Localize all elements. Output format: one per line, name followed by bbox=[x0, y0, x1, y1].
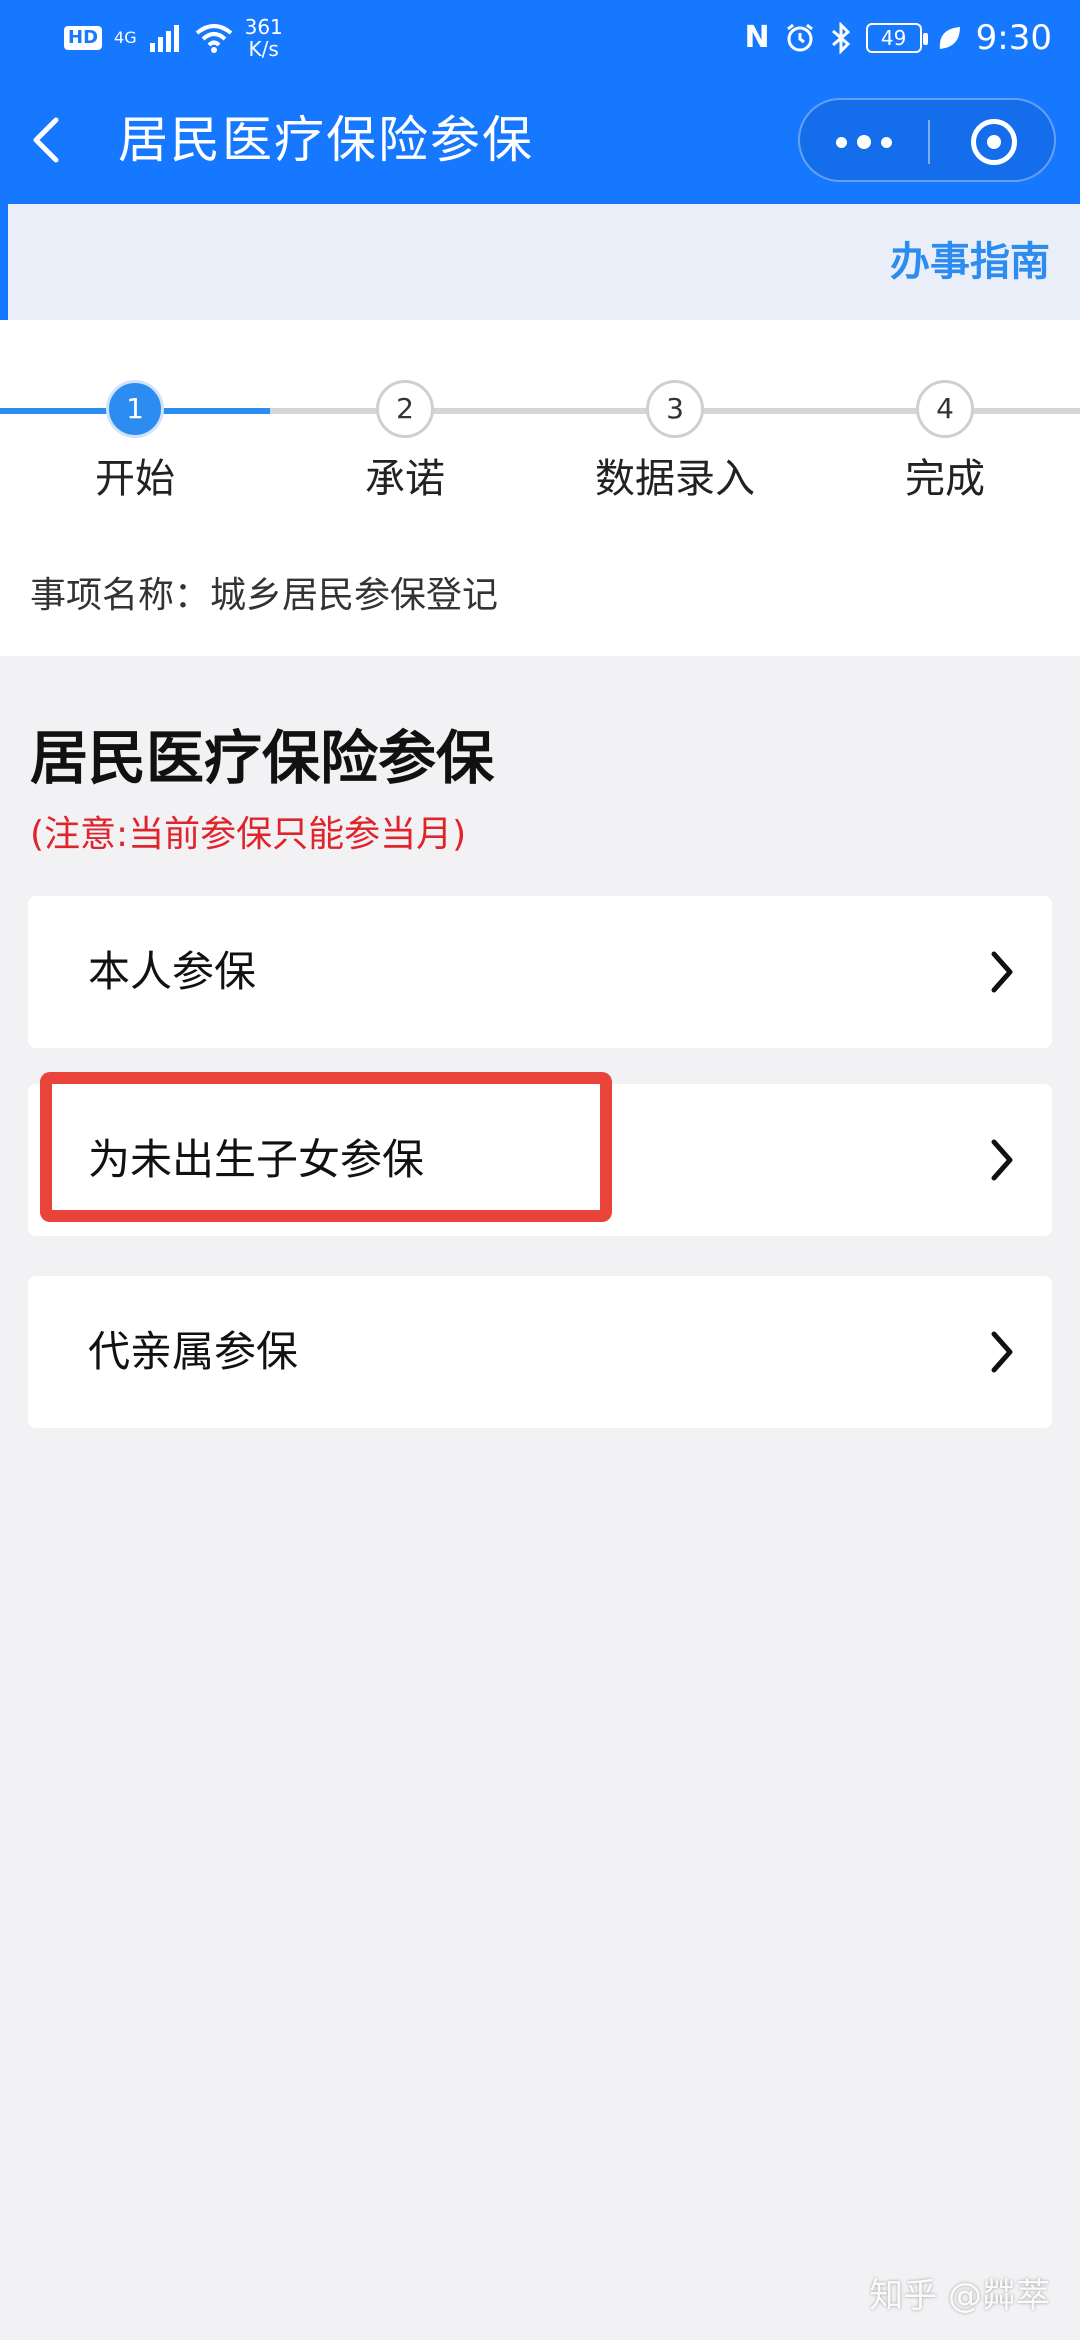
bluetooth-icon bbox=[831, 22, 850, 54]
guide-accent bbox=[0, 204, 8, 320]
option-label: 代亲属参保 bbox=[88, 1327, 299, 1376]
option-relative-insurance[interactable]: 代亲属参保 bbox=[28, 1276, 1052, 1428]
notice-text: (注意:当前参保只能参当月) bbox=[30, 814, 467, 855]
status-right: N 49 9:30 bbox=[745, 14, 1052, 62]
chevron-right-icon bbox=[991, 1331, 1013, 1373]
speed-unit: K/s bbox=[248, 37, 279, 61]
chevron-right-icon bbox=[991, 1139, 1013, 1181]
nav-bar: 居民医疗保险参保 bbox=[0, 72, 1080, 204]
progress-steps: 1 开始 2 承诺 3 数据录入 4 完成 事项名称：城乡居民参保登记 bbox=[0, 320, 1080, 656]
item-name: 事项名称：城乡居民参保登记 bbox=[30, 575, 499, 616]
target-icon bbox=[971, 119, 1017, 165]
option-label: 本人参保 bbox=[88, 947, 257, 996]
service-guide-link[interactable]: 办事指南 bbox=[890, 236, 1050, 288]
close-miniprogram-button[interactable] bbox=[930, 100, 1058, 184]
more-dot-icon bbox=[836, 136, 847, 148]
network-type: 4G bbox=[114, 28, 137, 47]
battery-icon: 49 bbox=[865, 23, 928, 53]
alarm-icon bbox=[786, 23, 813, 52]
wifi-icon bbox=[195, 24, 232, 53]
status-left: HD 4G 361 K/s bbox=[64, 14, 283, 62]
step-label: 开始 bbox=[95, 456, 175, 502]
step-label: 承诺 bbox=[365, 456, 445, 502]
watermark: 知乎 @茻萃 bbox=[869, 2276, 1050, 2316]
step-data-entry: 3 数据录入 bbox=[575, 380, 775, 504]
back-button[interactable] bbox=[28, 102, 88, 178]
step-label: 完成 bbox=[905, 456, 985, 502]
nfc-icon: N bbox=[744, 20, 770, 55]
hd-badge: HD bbox=[64, 26, 103, 50]
section-title: 居民医疗保险参保 bbox=[30, 724, 495, 792]
step-number: 2 bbox=[376, 380, 434, 438]
step-start: 1 开始 bbox=[35, 380, 235, 504]
more-dot-icon bbox=[857, 135, 871, 149]
step-complete: 4 完成 bbox=[845, 380, 1045, 504]
highlight-annotation bbox=[40, 1072, 612, 1222]
speed-value: 361 bbox=[244, 15, 283, 39]
clock: 9:30 bbox=[975, 18, 1052, 58]
status-bar: HD 4G 361 K/s N 49 9:30 bbox=[0, 0, 1080, 72]
more-dot-icon bbox=[881, 136, 892, 148]
guide-bar: 办事指南 bbox=[0, 204, 1080, 320]
chevron-right-icon bbox=[991, 951, 1013, 993]
more-button[interactable] bbox=[800, 100, 928, 184]
miniprogram-capsule bbox=[798, 98, 1056, 182]
step-number: 4 bbox=[916, 380, 974, 438]
battery-level: 49 bbox=[880, 26, 907, 50]
step-number: 1 bbox=[106, 380, 164, 438]
option-self-insurance[interactable]: 本人参保 bbox=[28, 896, 1052, 1048]
page-title: 居民医疗保险参保 bbox=[118, 111, 534, 169]
step-label: 数据录入 bbox=[595, 456, 755, 502]
signal-icon bbox=[149, 25, 179, 52]
leaf-icon bbox=[939, 27, 960, 49]
network-speed: 361 K/s bbox=[245, 16, 283, 60]
chevron-left-icon bbox=[33, 117, 59, 163]
step-number: 3 bbox=[646, 380, 704, 438]
step-commitment: 2 承诺 bbox=[305, 380, 505, 504]
